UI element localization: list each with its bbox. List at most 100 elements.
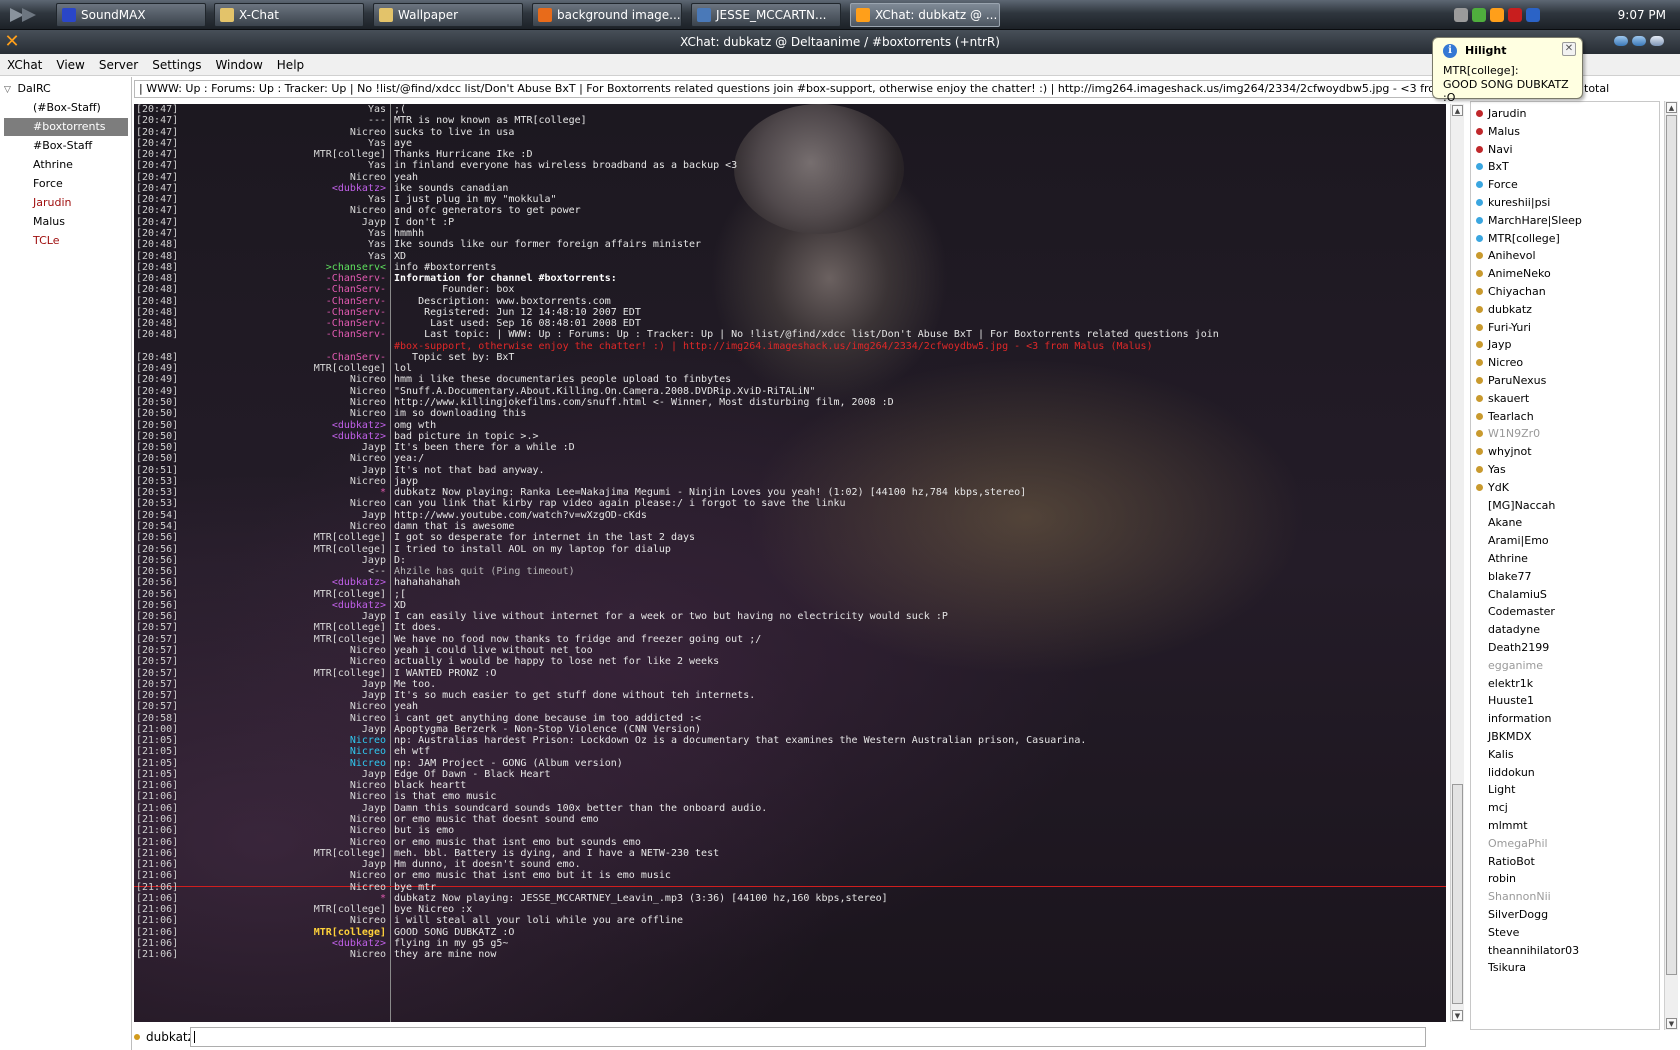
chat-nick[interactable]: Jayp [200, 769, 386, 781]
chat-nick[interactable]: Nicreo [200, 814, 386, 826]
taskbar-task[interactable]: SoundMAX [56, 3, 206, 27]
chat-nick[interactable]: Nicreo [200, 746, 386, 758]
chat-nick[interactable]: Nicreo [200, 837, 386, 849]
chat-nick[interactable]: >chanserv< [200, 262, 386, 274]
chat-nick[interactable]: -ChanServ- [200, 273, 386, 285]
scroll-up-arrow[interactable]: ▲ [1452, 105, 1463, 116]
user-list-item[interactable]: Yas [1471, 460, 1659, 479]
tree-channel-item[interactable]: (#Box-Staff) [4, 99, 128, 117]
chat-nick[interactable]: Jayp [200, 679, 386, 691]
chat-nick[interactable]: MTR[college] [200, 848, 386, 860]
scroll-up-arrow[interactable]: ▲ [1666, 102, 1677, 113]
user-list-item[interactable]: Codemaster [1471, 602, 1659, 621]
chat-nick[interactable]: Nicreo [200, 882, 386, 894]
network-tray-icon[interactable] [1454, 8, 1468, 22]
user-list-item[interactable]: Light [1471, 780, 1659, 799]
user-list-item[interactable]: YdK [1471, 478, 1659, 497]
user-list-item[interactable]: MTR[college] [1471, 229, 1659, 248]
chat-nick[interactable]: Nicreo [200, 870, 386, 882]
chat-nick[interactable]: Jayp [200, 465, 386, 477]
tree-channel-item[interactable]: #Box-Staff [4, 137, 128, 155]
chat-nick[interactable]: <dubkatz> [200, 938, 386, 950]
clock[interactable]: 9:07 PM [1618, 2, 1666, 28]
user-list-item[interactable]: elektr1k [1471, 674, 1659, 693]
chat-nick[interactable]: Jayp [200, 217, 386, 229]
chat-nick[interactable]: MTR[college] [200, 927, 386, 939]
tree-channel-item[interactable]: Jarudin [4, 194, 128, 212]
user-list-item[interactable]: W1N9Zr0 [1471, 424, 1659, 443]
chat-nick[interactable]: MTR[college] [200, 363, 386, 375]
user-list-item[interactable]: AnimeNeko [1471, 264, 1659, 283]
user-list-item[interactable]: datadyne [1471, 620, 1659, 639]
chat-nick[interactable]: Nicreo [200, 701, 386, 713]
user-list-item[interactable]: ParuNexus [1471, 371, 1659, 390]
antivirus-tray-icon[interactable] [1508, 8, 1522, 22]
chat-nick[interactable]: Nicreo [200, 397, 386, 409]
user-list-item[interactable]: blake77 [1471, 567, 1659, 586]
chat-nick[interactable]: <dubkatz> [200, 577, 386, 589]
scroll-down-arrow[interactable]: ▼ [1452, 1010, 1463, 1021]
chat-nick[interactable]: -ChanServ- [200, 352, 386, 364]
user-list-item[interactable]: Navi [1471, 140, 1659, 159]
user-list-item[interactable]: whyjnot [1471, 442, 1659, 461]
minimize-button[interactable] [1614, 36, 1628, 46]
taskbar-task[interactable]: Wallpaper [373, 3, 523, 27]
user-list-item[interactable]: mcj [1471, 798, 1659, 817]
user-list-item[interactable]: Force [1471, 175, 1659, 194]
user-list-item[interactable]: Death2199 [1471, 638, 1659, 657]
menu-xchat[interactable]: XChat [0, 54, 49, 76]
user-list-item[interactable]: JBKMDX [1471, 727, 1659, 746]
window-titlebar[interactable]: ✕ XChat: dubkatz @ Deltaanime / #boxtorr… [0, 30, 1680, 54]
chat-nick[interactable]: Nicreo [200, 791, 386, 803]
bluetooth-tray-icon[interactable] [1526, 8, 1540, 22]
chat-nick[interactable]: <dubkatz> [200, 600, 386, 612]
chat-nick[interactable]: Jayp [200, 724, 386, 736]
chat-scroll-thumb[interactable] [1452, 784, 1463, 1004]
chat-nick[interactable]: * [200, 893, 386, 905]
nick-button[interactable]: dubkatz [146, 1028, 194, 1046]
chat-nick[interactable]: Jayp [200, 442, 386, 454]
tree-channel-item[interactable]: TCLe [4, 232, 128, 250]
chat-nick[interactable]: Nicreo [200, 205, 386, 217]
hilight-balloon[interactable]: i Hilight ✕ MTR[college]: GOOD SONG DUBK… [1432, 37, 1583, 104]
chat-nick[interactable]: Nicreo [200, 386, 386, 398]
balloon-close-button[interactable]: ✕ [1562, 42, 1576, 56]
chat-nick[interactable]: Yas [200, 138, 386, 150]
user-list-item[interactable]: Jarudin [1471, 104, 1659, 123]
user-list-item[interactable]: Malus [1471, 122, 1659, 141]
menu-settings[interactable]: Settings [145, 54, 208, 76]
user-list-item[interactable]: dubkatz [1471, 300, 1659, 319]
user-list-item[interactable]: SilverDogg [1471, 905, 1659, 924]
menu-server[interactable]: Server [92, 54, 145, 76]
tree-channel-item[interactable]: Force [4, 175, 128, 193]
menu-view[interactable]: View [49, 54, 91, 76]
chat-nick[interactable]: Jayp [200, 859, 386, 871]
quicklaunch-arrow-icon[interactable] [6, 6, 46, 24]
xchat-logo-icon[interactable]: ✕ [2, 32, 22, 52]
user-list-item[interactable]: BxT [1471, 157, 1659, 176]
user-list-item[interactable]: ShannonNii [1471, 887, 1659, 906]
chat-nick[interactable]: MTR[college] [200, 149, 386, 161]
user-list-item[interactable]: Chiyachan [1471, 282, 1659, 301]
chat-nick[interactable]: <dubkatz> [200, 431, 386, 443]
chat-nick[interactable]: Nicreo [200, 758, 386, 770]
chat-nick[interactable]: Nicreo [200, 915, 386, 927]
user-tray-icon[interactable] [1472, 8, 1486, 22]
user-list-item[interactable]: egganime [1471, 656, 1659, 675]
chat-nick[interactable]: Yas [200, 239, 386, 251]
user-list-item[interactable]: MarchHare|Sleep [1471, 211, 1659, 230]
user-list-item[interactable]: OmegaPhil [1471, 834, 1659, 853]
chat-nick[interactable]: Nicreo [200, 476, 386, 488]
user-list-item[interactable]: kureshii|psi [1471, 193, 1659, 212]
chat-nick[interactable]: <-- [200, 566, 386, 578]
user-list-item[interactable]: mlmmt [1471, 816, 1659, 835]
chat-nick[interactable]: Nicreo [200, 949, 386, 961]
chat-nick[interactable]: Nicreo [200, 408, 386, 420]
chat-nick[interactable]: Nicreo [200, 172, 386, 184]
user-list-item[interactable]: Tsikura [1471, 958, 1659, 977]
chat-nick[interactable]: MTR[college] [200, 634, 386, 646]
message-input[interactable] [190, 1027, 1426, 1047]
user-list-item[interactable]: information [1471, 709, 1659, 728]
chat-nick[interactable]: -ChanServ- [200, 307, 386, 319]
maximize-button[interactable] [1632, 36, 1646, 46]
